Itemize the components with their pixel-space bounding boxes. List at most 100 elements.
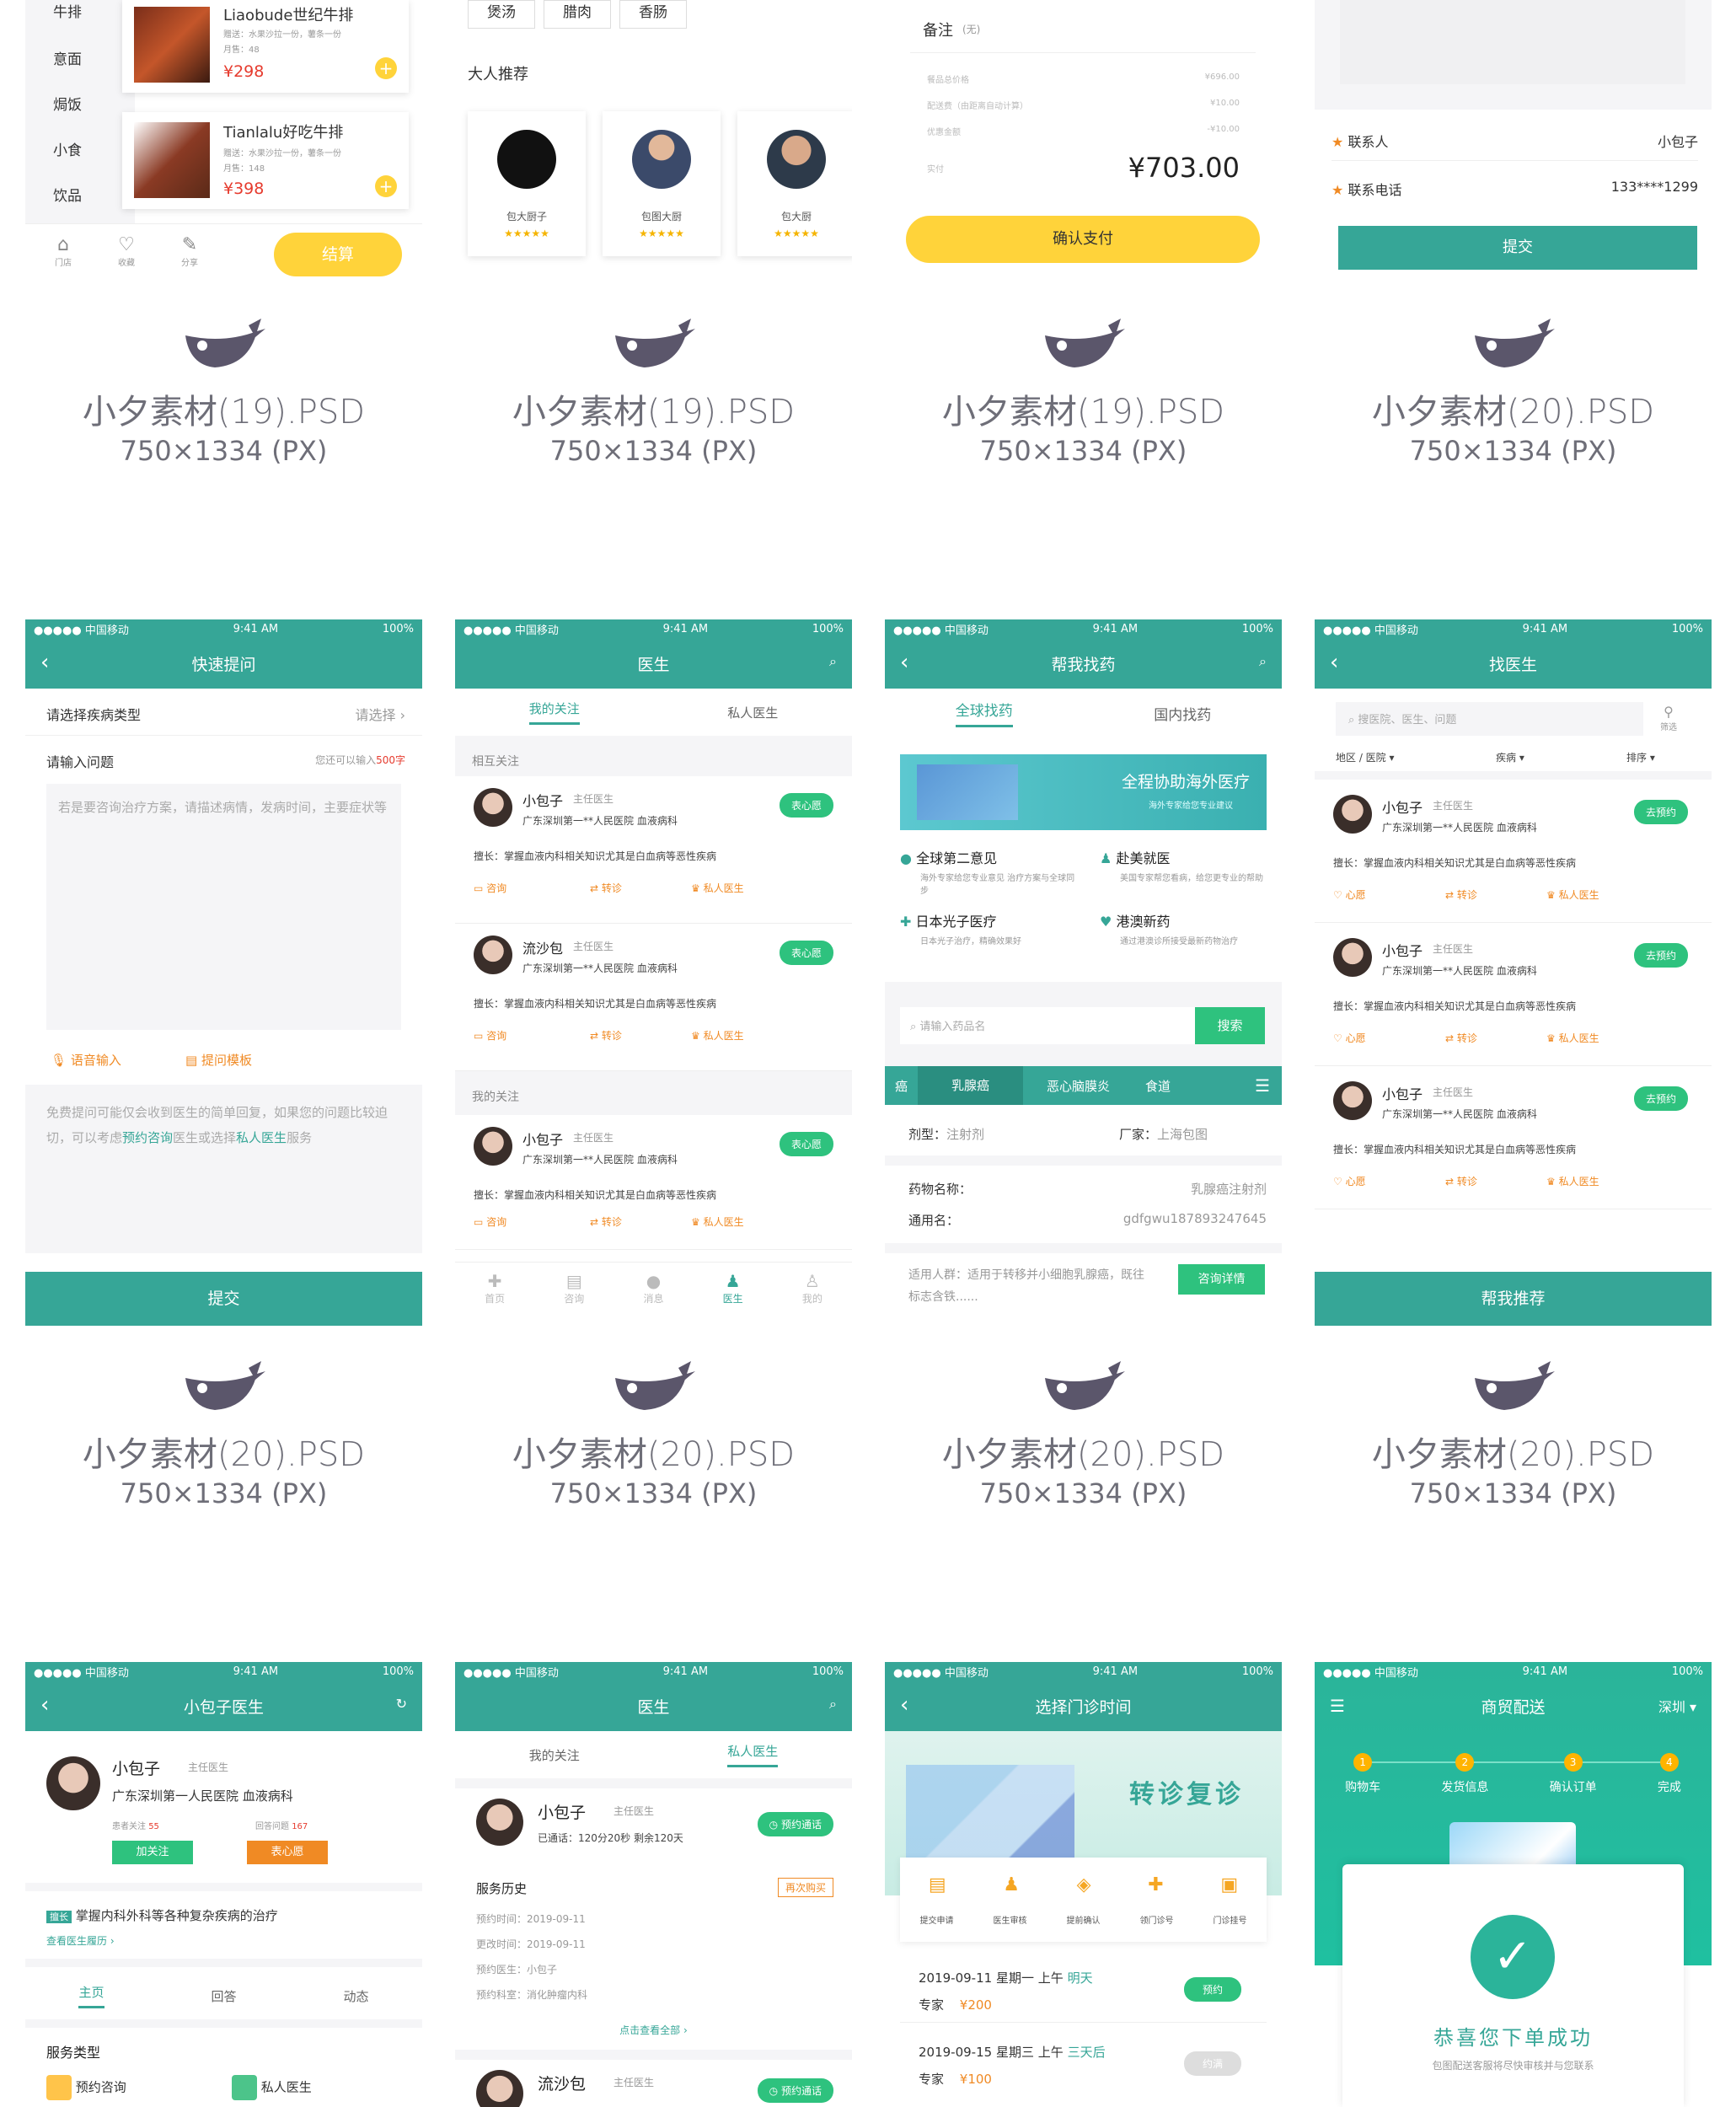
service-hk[interactable]: ♥ 港澳新药 通过港澳诊所接受最新药物治疗 [1100,910,1268,946]
tab-me[interactable]: ♙ 我的 [802,1271,822,1326]
follow-button[interactable]: 加关注 [112,1841,193,1864]
tab-message[interactable]: ● 消息 [643,1271,663,1326]
cat-item[interactable]: 癌 [885,1077,918,1095]
refresh-icon[interactable]: ↻ [396,1696,407,1712]
book-button[interactable]: 去预约 [1633,1086,1688,1111]
store-button[interactable]: ⌂ 门店 [51,234,76,268]
tab-private[interactable]: 私人医生 [727,1742,779,1767]
fav-button[interactable]: ♡ 收藏 [114,234,139,268]
category-snack[interactable]: 小食 [25,138,110,159]
drug-search-input[interactable]: ⌕ 请输入药品名 [900,1007,1203,1044]
menu-icon[interactable]: ☰ [1330,1696,1345,1716]
private-doctor-link[interactable]: 私人医生 [236,1130,287,1145]
private-action[interactable]: ♛ 私人医生 [691,881,744,895]
book-button[interactable]: 预约 [1183,1977,1241,2002]
tab-doctor[interactable]: ♟ 医生 [723,1271,743,1326]
filter-region[interactable]: 地区 / 医院 ▾ [1336,750,1395,764]
wish-button[interactable]: 表心愿 [779,941,833,965]
tag-sausage[interactable]: 香肠 [619,0,687,29]
menu-icon[interactable]: ☰ [1255,1075,1282,1096]
submit-button[interactable]: 提交 [25,1272,422,1326]
category-pasta[interactable]: 意面 [25,47,110,68]
private-action[interactable]: ♛ 私人医生 [691,1028,744,1043]
service-appointment[interactable]: 预约咨询 [46,2075,126,2100]
book-button[interactable]: 去预约 [1633,800,1688,824]
back-icon[interactable]: ‹ [900,650,908,675]
wish-action[interactable]: ♡ 心愿 [1333,1174,1366,1188]
chef-card[interactable]: 包大厨子 ★★★★★ [468,111,586,256]
transfer-action[interactable]: ⇄ 转诊 [1445,1031,1477,1045]
category-drink[interactable]: 饮品 [25,184,110,205]
tag-soup[interactable]: 煲汤 [468,0,535,29]
recommend-button[interactable]: 帮我推荐 [1315,1272,1712,1326]
tab-global[interactable]: 全球找药 [955,699,1013,727]
wish-button[interactable]: 表心愿 [779,793,833,818]
filter-sort[interactable]: 排序 ▾ [1626,750,1655,764]
private-action[interactable]: ♛ 私人医生 [1546,1031,1599,1045]
filter-disease[interactable]: 疾病 ▾ [1496,750,1524,764]
transfer-action[interactable]: ⇄ 转诊 [1445,887,1477,902]
chef-card[interactable]: 包图大厨 ★★★★★ [603,111,721,256]
cat-item-active[interactable]: 乳腺癌 [918,1066,1024,1105]
tag-bacon[interactable]: 腊肉 [544,0,611,29]
tab-answers[interactable]: 回答 [211,1987,236,2005]
tab-domestic[interactable]: 国内找药 [1154,703,1211,724]
search-icon[interactable]: ⌕ [829,1696,837,1713]
share-button[interactable]: ✎ 分享 [177,234,202,268]
consult-detail-button[interactable]: 咨询详情 [1178,1264,1265,1295]
book-button[interactable]: 去预约 [1633,943,1688,968]
wish-button[interactable]: 表心愿 [779,1132,833,1156]
appointment-link[interactable]: 预约咨询 [122,1130,173,1145]
contact-value[interactable]: 小包子 [1658,131,1698,151]
time-slot[interactable]: 2019-09-15 星期三 上午 三天后 专家 ¥100 约满 [900,2031,1267,2097]
wish-button[interactable]: 表心愿 [247,1841,328,1864]
back-icon[interactable]: ‹ [900,1692,908,1718]
city-selector[interactable]: 深圳 ▾ [1658,1696,1696,1716]
consult-action[interactable]: ▭ 咨询 [474,881,506,895]
resume-link[interactable]: 查看医生履历 › [46,1933,115,1948]
wish-action[interactable]: ♡ 心愿 [1333,1031,1366,1045]
tab-following[interactable]: 我的关注 [528,700,580,725]
service-japan[interactable]: ✚ 日本光子医疗 日本光子治疗，精确效果好 [900,910,1077,946]
tab-consult[interactable]: ▤ 咨询 [564,1271,584,1326]
filter-button[interactable]: ⚲ 筛选 [1660,704,1677,732]
doctor-card[interactable]: 小包子 主任医生 广东深圳第一**人民医院 血液病科 去预约 擅长：掌握血液内科… [1315,923,1712,1066]
chef-card[interactable]: 包大厨 ★★★★★ [737,111,852,256]
doctor-card[interactable]: 小包子 主任医生 广东深圳第一**人民医院 血液病科 去预约 擅长：掌握血液内科… [1315,1066,1712,1209]
service-usa[interactable]: ♟ 赴美就医 美国专家帮您看病，给您更专业的帮助 [1100,847,1268,883]
voice-input-button[interactable]: 🎙 语音输入 [51,1051,121,1069]
transfer-action[interactable]: ⇄ 转诊 [590,1214,622,1229]
menu-item-card[interactable]: Liaobude世纪牛排 赠送：水果沙拉一份，薯条一份 月售：48 ¥298 + [122,0,409,93]
private-action[interactable]: ♛ 私人医生 [1546,887,1599,902]
private-action[interactable]: ♛ 私人医生 [691,1214,744,1229]
tab-home[interactable]: 主页 [78,1983,104,2008]
transfer-action[interactable]: ⇄ 转诊 [590,1028,622,1043]
search-icon[interactable]: ⌕ [829,653,837,670]
cat-item[interactable]: 恶心脑膜炎 [1023,1077,1133,1095]
banner[interactable]: 全程协助海外医疗 海外专家给您专业建议 [900,754,1267,830]
doctor-card[interactable]: 小包子 主任医生 广东深圳第一**人民医院 血液病科 表心愿 擅长：掌握血液内科… [455,776,852,924]
question-textarea[interactable]: 若是要咨询治疗方案，请描述病情，发病时间，主要症状等 [46,784,401,1030]
service-private[interactable]: 私人医生 [232,2075,312,2100]
tab-feed[interactable]: 动态 [343,1987,368,2005]
category-steak[interactable]: 牛排 [25,0,110,21]
search-icon[interactable]: ⌕ [1259,653,1267,670]
menu-item-card[interactable]: Tianlalu好吃牛排 赠送：水果沙拉一份，薯条一份 月售：148 ¥398 … [122,112,409,209]
template-button[interactable]: ▤ 提问模板 [185,1051,252,1069]
category-rice[interactable]: 焗饭 [25,93,110,114]
submit-button[interactable]: 提交 [1338,226,1697,270]
search-button[interactable]: 搜索 [1195,1007,1265,1044]
rebuy-button[interactable]: 再次购买 [777,1878,833,1897]
transfer-action[interactable]: ⇄ 转诊 [1445,1174,1477,1188]
tab-private[interactable]: 私人医生 [727,704,778,721]
consult-action[interactable]: ▭ 咨询 [474,1214,506,1229]
tab-home[interactable]: ✚ 首页 [485,1271,505,1326]
doctor-card[interactable]: 小包子 主任医生 广东深圳第一**人民医院 血液病科 表心愿 擅长：掌握血液内科… [455,1115,852,1250]
book-call-button[interactable]: ◷ 预约通话 [757,2078,833,2103]
disease-type-row[interactable]: 请选择疾病类型 请选择 › [25,689,422,736]
search-input[interactable]: ⌕ 搜医院、医生、问题 [1336,702,1643,736]
view-all-link[interactable]: 点击查看全部 › [455,2023,852,2037]
doctor-card[interactable]: 流沙包 主任医生 广东深圳第一**人民医院 血液病科 表心愿 擅长：掌握血液内科… [455,924,852,1071]
book-call-button[interactable]: ◷ 预约通话 [757,1812,833,1836]
wish-action[interactable]: ♡ 心愿 [1333,887,1366,902]
